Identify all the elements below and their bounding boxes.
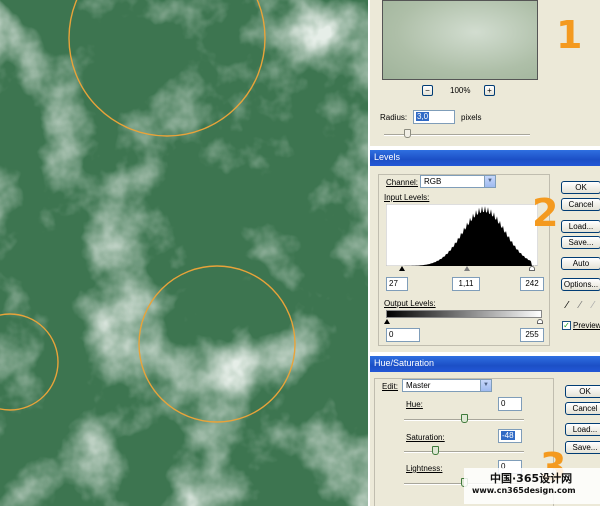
input-white-field[interactable]: 242 — [520, 277, 544, 291]
cloud-canvas — [0, 0, 368, 506]
radius-label: Radius: — [380, 113, 408, 122]
output-black-field[interactable]: 0 — [386, 328, 420, 342]
hue-cancel-button[interactable]: Cancel — [565, 402, 600, 415]
output-white-point[interactable] — [537, 319, 543, 324]
levels-ok-button[interactable]: OK — [561, 181, 600, 194]
levels-dialog: Levels Channel: RGB ▼ Input Levels: 27 1… — [370, 150, 600, 352]
levels-auto-button[interactable]: Auto — [561, 257, 600, 270]
input-levels-slider[interactable] — [386, 266, 538, 272]
saturation-label: Saturation: — [406, 433, 445, 442]
chevron-down-icon: ▼ — [480, 380, 491, 391]
hue-load-button[interactable]: Load... — [565, 423, 600, 436]
hue-input[interactable]: 0 — [498, 397, 522, 411]
levels-cancel-button[interactable]: Cancel — [561, 198, 600, 211]
preview-label: Preview — [573, 321, 600, 330]
saturation-slider-thumb[interactable] — [432, 446, 439, 455]
saturation-input[interactable]: -48 — [498, 429, 522, 443]
output-black-point[interactable] — [384, 319, 390, 324]
preview-checkbox[interactable]: ✓ — [562, 321, 571, 330]
input-black-point[interactable] — [399, 266, 405, 271]
gaussian-blur-panel: − 100% + Radius: 3,0 pixels 1 — [370, 0, 600, 146]
input-gamma-field[interactable]: 1,11 — [452, 277, 480, 291]
watermark-site-url: www.cn365design.com — [472, 486, 576, 495]
output-levels-slider[interactable] — [384, 319, 544, 325]
edit-select[interactable]: Master ▼ — [402, 379, 492, 392]
cloud-texture-image — [0, 0, 368, 506]
input-black-field[interactable]: 27 — [386, 277, 408, 291]
channel-label: Channel: — [386, 178, 419, 187]
output-white-field[interactable]: 255 — [520, 328, 544, 342]
saturation-slider-track[interactable] — [404, 451, 524, 453]
lightness-label: Lightness: — [406, 464, 443, 473]
channel-value: RGB — [424, 177, 442, 186]
watermark-site-cn: 中国·365设计网 — [490, 472, 573, 485]
input-levels-label: Input Levels: — [384, 193, 430, 202]
output-levels-label: Output Levels: — [384, 299, 436, 308]
radius-value: 3,0 — [416, 112, 430, 121]
radius-slider-thumb[interactable] — [404, 129, 411, 138]
hue-label: Hue: — [406, 400, 423, 409]
blur-preview — [382, 0, 538, 80]
radius-input[interactable]: 3,0 — [413, 110, 455, 124]
levels-load-button[interactable]: Load... — [561, 220, 600, 233]
hue-ok-button[interactable]: OK — [565, 385, 600, 398]
edit-value: Master — [406, 381, 431, 390]
levels-titlebar[interactable]: Levels — [370, 150, 600, 166]
hue-save-button[interactable]: Save... — [565, 441, 600, 454]
output-gradient — [386, 310, 542, 318]
hue-saturation-titlebar[interactable]: Hue/Saturation — [370, 356, 600, 372]
levels-title: Levels — [374, 152, 401, 162]
eyedropper-black-icon[interactable]: ⁄ — [566, 300, 568, 311]
saturation-value: -48 — [501, 431, 515, 440]
channel-select[interactable]: RGB ▼ — [420, 175, 496, 188]
input-white-point[interactable] — [529, 266, 535, 271]
hue-saturation-title: Hue/Saturation — [374, 358, 435, 368]
hue-slider-thumb[interactable] — [461, 414, 468, 423]
radius-unit: pixels — [461, 113, 482, 122]
edit-label: Edit: — [382, 382, 399, 391]
chevron-down-icon: ▼ — [484, 176, 495, 187]
step-number-1: 1 — [556, 13, 583, 57]
zoom-out-button[interactable]: − — [422, 85, 433, 96]
step-number-2: 2 — [532, 191, 559, 235]
eyedropper-white-icon[interactable]: ⁄ — [592, 300, 594, 311]
zoom-level: 100% — [450, 86, 471, 95]
levels-histogram — [386, 204, 538, 266]
zoom-in-button[interactable]: + — [484, 85, 495, 96]
levels-options-button[interactable]: Options... — [561, 278, 600, 291]
watermark: 中国·365设计网 www.cn365design.com — [464, 468, 600, 504]
input-gamma-point[interactable] — [464, 266, 470, 271]
levels-save-button[interactable]: Save... — [561, 236, 600, 249]
eyedropper-gray-icon[interactable]: ⁄ — [579, 300, 581, 311]
